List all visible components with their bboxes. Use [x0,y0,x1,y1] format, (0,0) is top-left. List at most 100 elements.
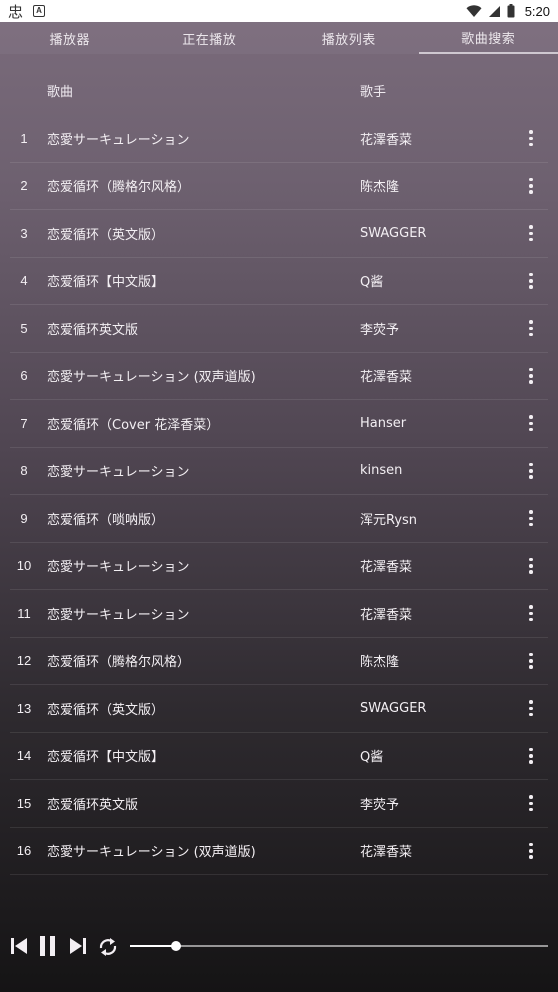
song-row[interactable]: 9 恋爱循环（唢呐版） 浑元Rysn [10,495,548,543]
song-number: 11 [17,605,31,621]
song-artist: 李荧予 [360,797,400,813]
song-title: 恋爱循环（唢呐版） [47,512,165,528]
song-artist: 花澤香菜 [360,607,413,623]
list-header: 歌曲 歌手 [0,68,558,112]
tab-song-search[interactable]: 歌曲搜索 [418,22,558,54]
column-header-song: 歌曲 [47,84,74,100]
song-number: 1 [20,130,28,146]
song-artist: 浑元Rysn [360,512,418,528]
more-options-icon[interactable] [526,602,536,624]
song-number: 15 [16,795,32,811]
more-options-icon[interactable] [526,555,536,577]
more-options-icon[interactable] [526,317,536,339]
song-number: 6 [20,368,28,384]
more-options-icon[interactable] [526,792,536,814]
song-row[interactable]: 3 恋爱循环（英文版） SWAGGER [10,210,548,258]
song-artist: Hanser [360,415,407,431]
song-artist: 李荧予 [360,322,400,338]
song-title: 恋爱循环英文版 [47,797,139,813]
song-row[interactable]: 6 恋愛サーキュレーション (双声道版) 花澤香菜 [10,353,548,400]
song-title: 恋愛サーキュレーション [47,607,190,623]
skip-next-icon[interactable] [67,935,89,957]
repeat-icon[interactable] [96,935,120,959]
song-number: 4 [20,273,28,289]
song-artist: 花澤香菜 [360,370,413,386]
song-title: 恋愛サーキュレーション [47,132,190,148]
more-options-icon[interactable] [526,412,536,434]
progress-thumb[interactable] [170,941,181,951]
song-row[interactable]: 13 恋爱循环（英文版） SWAGGER [10,685,548,733]
more-options-icon[interactable] [526,127,536,149]
song-row[interactable]: 11 恋愛サーキュレーション 花澤香菜 [10,590,548,638]
tab-bar: 播放器 正在播放 播放列表 歌曲搜索 [0,22,558,54]
progress-slider[interactable] [130,941,548,951]
song-number: 9 [20,510,28,526]
app-glyph-icon: 忠 [8,2,24,21]
song-row[interactable]: 8 恋愛サーキュレーション kinsen [10,448,548,495]
song-artist: 陈杰隆 [360,180,400,196]
song-number: 8 [20,463,28,479]
song-number: 16 [16,843,32,859]
pause-icon[interactable] [37,934,59,958]
more-options-icon[interactable] [526,175,536,197]
column-header-artist: 歌手 [360,84,387,100]
song-title: 恋愛サーキュレーション [47,465,190,481]
song-title: 恋愛サーキュレーション (双声道版) [47,370,256,386]
status-right: 5:20 [466,4,550,19]
song-artist: SWAGGER [360,225,427,241]
song-artist: 花澤香菜 [360,845,413,861]
song-number: 2 [20,178,28,194]
more-options-icon[interactable] [526,840,536,862]
song-title: 恋爱循环【中文版】 [47,750,165,766]
skip-previous-icon[interactable] [8,935,30,957]
song-artist: 花澤香菜 [360,560,413,576]
song-artist: 花澤香菜 [360,132,413,148]
more-options-icon[interactable] [526,745,536,767]
tab-player[interactable]: 播放器 [0,22,140,54]
song-row[interactable]: 12 恋爱循环（腾格尔风格） 陈杰隆 [10,638,548,685]
song-row[interactable]: 16 恋愛サーキュレーション (双声道版) 花澤香菜 [10,828,548,875]
tab-playlist[interactable]: 播放列表 [279,22,419,54]
song-row[interactable]: 15 恋爱循环英文版 李荧予 [10,780,548,828]
wifi-icon [466,4,482,17]
signal-icon [488,5,500,17]
song-artist: SWAGGER [360,700,427,716]
progress-fill [130,945,176,947]
song-artist: 陈杰隆 [360,655,400,671]
status-left: 忠 A [8,1,46,22]
song-number: 14 [16,748,32,764]
song-row[interactable]: 1 恋愛サーキュレーション 花澤香菜 [10,115,548,163]
song-title: 恋爱循环（腾格尔风格） [47,655,191,671]
more-options-icon[interactable] [526,507,536,529]
song-title: 恋愛サーキュレーション [47,560,190,576]
song-row[interactable]: 2 恋爱循环（腾格尔风格） 陈杰隆 [10,163,548,210]
song-title: 恋爱循环【中文版】 [47,275,165,291]
more-options-icon[interactable] [526,650,536,672]
more-options-icon[interactable] [526,270,536,292]
song-number: 3 [20,225,28,241]
song-title: 恋愛サーキュレーション (双声道版) [47,845,256,861]
song-row[interactable]: 5 恋爱循环英文版 李荧予 [10,305,548,353]
tab-now-playing[interactable]: 正在播放 [140,22,280,54]
song-row[interactable]: 7 恋爱循环（Cover 花泽香菜） Hanser [10,400,548,448]
notification-badge-icon: A [33,5,46,17]
song-row[interactable]: 10 恋愛サーキュレーション 花澤香菜 [10,543,548,590]
more-options-icon[interactable] [526,222,536,244]
status-bar: 忠 A 5:20 [0,0,558,22]
song-title: 恋爱循环（腾格尔风格） [47,180,191,196]
song-row[interactable]: 4 恋爱循环【中文版】 Q酱 [10,258,548,305]
song-number: 10 [16,558,32,574]
song-title: 恋爱循环英文版 [47,322,139,338]
more-options-icon[interactable] [526,460,536,482]
battery-icon [507,4,515,18]
song-number: 5 [20,320,28,336]
song-number: 12 [16,653,32,669]
song-title: 恋爱循环（Cover 花泽香菜） [47,417,220,433]
song-title: 恋爱循环（英文版） [47,702,165,718]
song-title: 恋爱循环（英文版） [47,227,165,243]
song-artist: Q酱 [360,750,384,766]
more-options-icon[interactable] [526,365,536,387]
song-artist: Q酱 [360,275,384,291]
song-row[interactable]: 14 恋爱循环【中文版】 Q酱 [10,733,548,780]
more-options-icon[interactable] [526,697,536,719]
